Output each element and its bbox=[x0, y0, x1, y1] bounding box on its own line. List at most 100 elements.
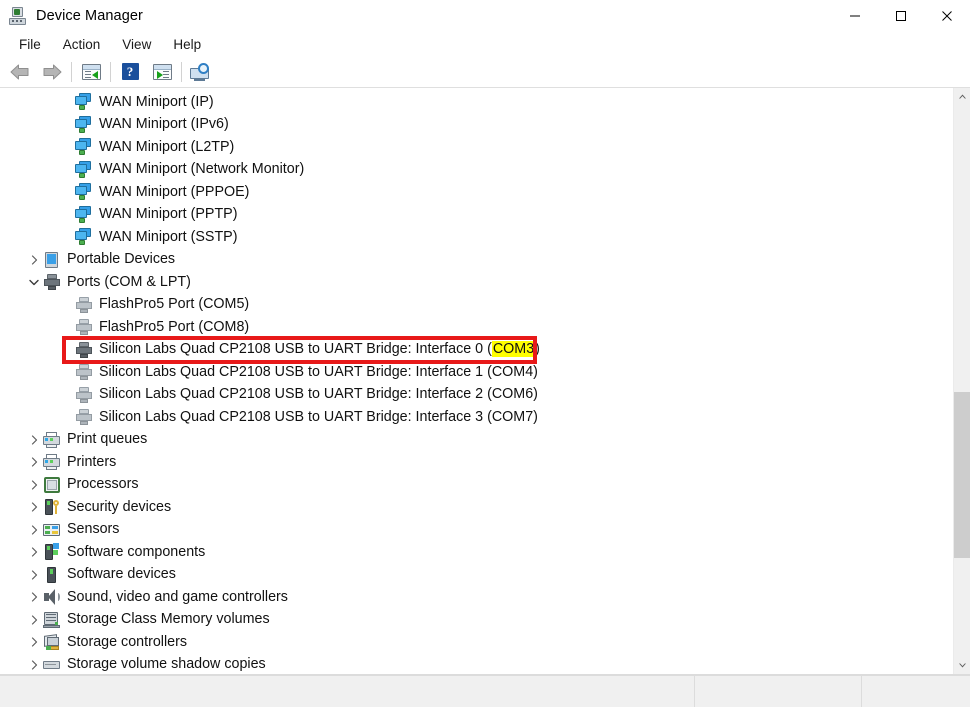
port-icon bbox=[74, 318, 94, 336]
menu-item-action[interactable]: Action bbox=[52, 35, 112, 54]
portable-device-icon bbox=[42, 251, 62, 269]
window-title: Device Manager bbox=[36, 8, 143, 24]
tree-item-label: Silicon Labs Quad CP2108 USB to UART Bri… bbox=[99, 365, 538, 380]
tree-item[interactable]: Silicon Labs Quad CP2108 USB to UART Bri… bbox=[0, 361, 953, 384]
tree-item-label: WAN Miniport (IPv6) bbox=[99, 117, 229, 132]
minimize-button[interactable] bbox=[832, 0, 878, 32]
properties-button[interactable] bbox=[75, 58, 107, 86]
maximize-icon bbox=[895, 10, 907, 22]
device-manager-icon bbox=[8, 6, 28, 26]
tree-item[interactable]: Printers bbox=[0, 451, 953, 474]
tree-item-label: WAN Miniport (Network Monitor) bbox=[99, 162, 304, 177]
tree-item-label: Storage controllers bbox=[67, 635, 187, 650]
tree-item[interactable]: Sound, video and game controllers bbox=[0, 586, 953, 609]
help-button[interactable]: ? bbox=[114, 58, 146, 86]
chevron-right-icon[interactable] bbox=[26, 502, 42, 512]
chevron-right-icon bbox=[31, 457, 38, 467]
help-question-icon: ? bbox=[122, 63, 139, 80]
tree-item[interactable]: FlashPro5 Port (COM8) bbox=[0, 316, 953, 339]
tree-item[interactable]: WAN Miniport (SSTP) bbox=[0, 226, 953, 249]
tree-item[interactable]: Silicon Labs Quad CP2108 USB to UART Bri… bbox=[0, 339, 953, 362]
device-manager-window: Device Manager File Action bbox=[0, 0, 970, 707]
tree-item[interactable]: Silicon Labs Quad CP2108 USB to UART Bri… bbox=[0, 406, 953, 429]
tree-item[interactable]: WAN Miniport (L2TP) bbox=[0, 136, 953, 159]
chevron-right-icon[interactable] bbox=[26, 570, 42, 580]
printer-icon bbox=[42, 431, 62, 449]
status-bar bbox=[0, 675, 970, 707]
update-driver-button[interactable] bbox=[146, 58, 178, 86]
menu-item-view[interactable]: View bbox=[111, 35, 162, 54]
back-arrow-icon bbox=[9, 63, 31, 81]
close-icon bbox=[941, 10, 953, 22]
tree-item[interactable]: FlashPro5 Port (COM5) bbox=[0, 294, 953, 317]
tree-item[interactable]: Security devices bbox=[0, 496, 953, 519]
chevron-right-icon[interactable] bbox=[26, 637, 42, 647]
scan-hardware-button[interactable] bbox=[185, 58, 217, 86]
tree-item[interactable]: Storage Class Memory volumes bbox=[0, 609, 953, 632]
chevron-right-icon[interactable] bbox=[26, 480, 42, 490]
chevron-right-icon bbox=[31, 592, 38, 602]
content-area: WAN Miniport (IP) WAN Miniport (IPv6) WAN … bbox=[0, 88, 970, 675]
tree-item[interactable]: Silicon Labs Quad CP2108 USB to UART Bri… bbox=[0, 384, 953, 407]
tree-item[interactable]: WAN Miniport (PPTP) bbox=[0, 204, 953, 227]
chevron-right-icon bbox=[31, 637, 38, 647]
software-device-icon bbox=[42, 566, 62, 584]
toolbar-separator bbox=[181, 62, 182, 82]
port-icon bbox=[74, 363, 94, 381]
scroll-up-icon bbox=[958, 93, 967, 100]
ports-icon bbox=[42, 273, 62, 291]
vertical-scrollbar[interactable] bbox=[953, 88, 970, 674]
maximize-button[interactable] bbox=[878, 0, 924, 32]
tree-item[interactable]: Portable Devices bbox=[0, 249, 953, 272]
close-button[interactable] bbox=[924, 0, 970, 32]
menu-bar: File Action View Help bbox=[0, 32, 970, 56]
title-bar: Device Manager bbox=[0, 0, 970, 32]
chevron-right-icon[interactable] bbox=[26, 660, 42, 670]
tree-item[interactable]: WAN Miniport (Network Monitor) bbox=[0, 159, 953, 182]
scroll-down-button[interactable] bbox=[954, 657, 970, 674]
toolbar-separator bbox=[110, 62, 111, 82]
back-button[interactable] bbox=[4, 58, 36, 86]
chevron-right-icon bbox=[31, 502, 38, 512]
tree-item-label: Processors bbox=[67, 477, 139, 492]
tree-item-label: Software devices bbox=[67, 567, 176, 582]
tree-item[interactable]: Print queues bbox=[0, 429, 953, 452]
shadow-copy-icon bbox=[42, 656, 62, 674]
tree-item[interactable]: Storage controllers bbox=[0, 631, 953, 654]
network-adapter-icon bbox=[74, 138, 94, 156]
tree-item[interactable]: WAN Miniport (IP) bbox=[0, 91, 953, 114]
tree-item[interactable]: Sensors bbox=[0, 519, 953, 542]
scroll-up-button[interactable] bbox=[954, 88, 970, 105]
chevron-right-icon[interactable] bbox=[26, 457, 42, 467]
update-driver-panel-icon bbox=[153, 64, 172, 80]
chevron-down-icon[interactable] bbox=[26, 279, 42, 286]
chevron-right-icon[interactable] bbox=[26, 255, 42, 265]
chevron-right-icon bbox=[31, 570, 38, 580]
tree-item-label: WAN Miniport (IP) bbox=[99, 95, 214, 110]
chevron-right-icon[interactable] bbox=[26, 435, 42, 445]
port-icon bbox=[74, 341, 94, 359]
chevron-right-icon bbox=[31, 547, 38, 557]
tree-item[interactable]: Storage volume shadow copies bbox=[0, 654, 953, 675]
network-adapter-icon bbox=[74, 93, 94, 111]
tree-item-label: Storage Class Memory volumes bbox=[67, 612, 270, 627]
tree-item[interactable]: Software components bbox=[0, 541, 953, 564]
tree-item[interactable]: Ports (COM & LPT) bbox=[0, 271, 953, 294]
chevron-right-icon[interactable] bbox=[26, 547, 42, 557]
tree-item[interactable]: Software devices bbox=[0, 564, 953, 587]
forward-button[interactable] bbox=[36, 58, 68, 86]
chevron-right-icon bbox=[31, 435, 38, 445]
chevron-right-icon[interactable] bbox=[26, 592, 42, 602]
device-tree[interactable]: WAN Miniport (IP) WAN Miniport (IPv6) WAN … bbox=[0, 88, 953, 674]
scrollbar-thumb[interactable] bbox=[954, 392, 970, 558]
tree-item-label: WAN Miniport (SSTP) bbox=[99, 230, 237, 245]
menu-item-file[interactable]: File bbox=[8, 35, 52, 54]
storage-controller-icon bbox=[42, 633, 62, 651]
tree-item[interactable]: WAN Miniport (PPPOE) bbox=[0, 181, 953, 204]
tree-item[interactable]: Processors bbox=[0, 474, 953, 497]
chevron-right-icon[interactable] bbox=[26, 615, 42, 625]
chevron-right-icon[interactable] bbox=[26, 525, 42, 535]
tree-item[interactable]: WAN Miniport (IPv6) bbox=[0, 114, 953, 137]
network-adapter-icon bbox=[74, 183, 94, 201]
menu-item-help[interactable]: Help bbox=[162, 35, 212, 54]
